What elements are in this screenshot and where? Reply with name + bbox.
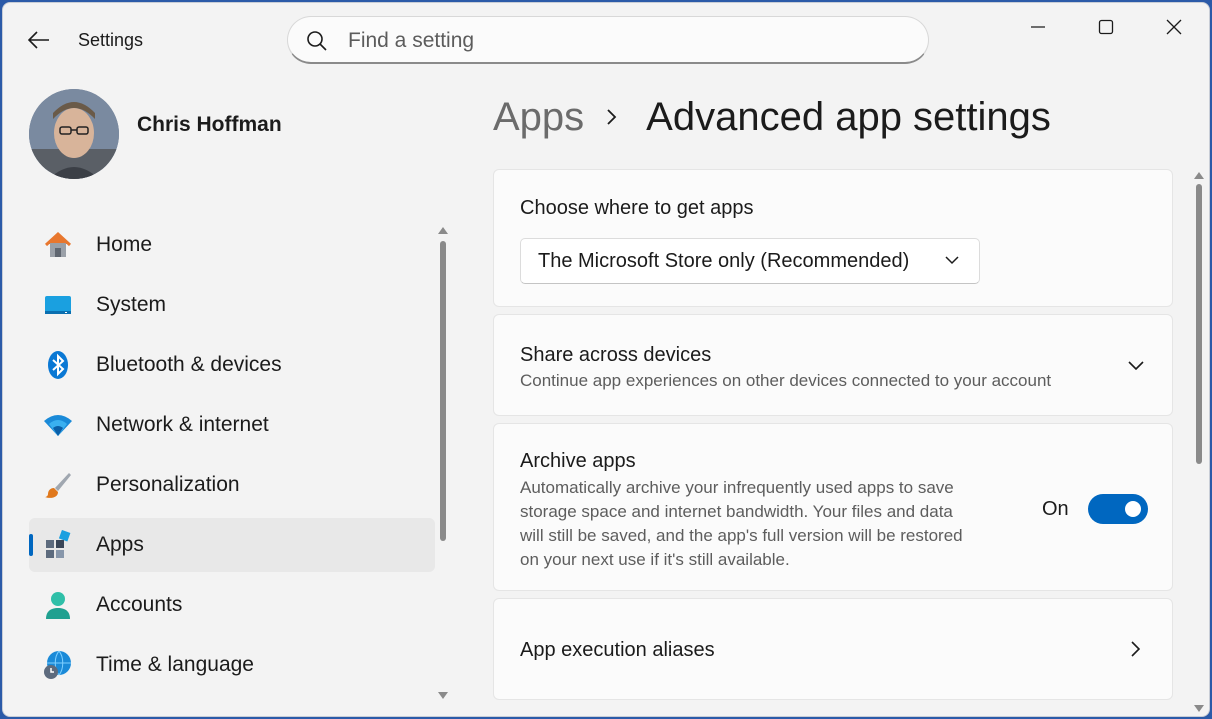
toggle-knob (1125, 501, 1141, 517)
selected-indicator (29, 534, 33, 556)
sidebar-item-label: System (96, 293, 167, 316)
card-heading: Archive apps (520, 450, 636, 472)
scroll-down-icon[interactable] (438, 692, 448, 699)
toggle-state-label: On (1042, 498, 1069, 520)
sidebar-item-network[interactable]: Network & internet (29, 398, 435, 452)
sidebar-item-accounts[interactable]: Accounts (29, 578, 435, 632)
sidebar-item-label: Home (96, 233, 153, 256)
sidebar-item-home[interactable]: Home (29, 218, 435, 272)
description-line: Automatically archive your infrequently … (520, 478, 954, 497)
sidebar-item-time-language[interactable]: Time & language (29, 638, 435, 692)
chevron-down-icon (945, 256, 959, 265)
description-line: storage space and internet bandwidth. Yo… (520, 502, 953, 521)
scrollbar-thumb[interactable] (440, 241, 446, 541)
sidebar-item-label: Accounts (96, 593, 183, 616)
description-line: will still be saved, and the app's full … (520, 526, 963, 545)
app-source-dropdown[interactable]: The Microsoft Store only (Recommended) (520, 238, 980, 284)
card-description: Continue app experiences on other device… (520, 371, 1052, 390)
breadcrumb-parent-apps[interactable]: Apps (493, 95, 584, 140)
sidebar-item-personalization[interactable]: Personalization (29, 458, 435, 512)
scroll-up-icon[interactable] (438, 227, 448, 234)
card-heading: App execution aliases (520, 639, 715, 661)
minimize-icon (1031, 26, 1045, 28)
sidebar-item-label: Personalization (96, 473, 240, 496)
share-across-devices-card[interactable]: Share across devices Continue app experi… (493, 314, 1173, 416)
scroll-up-icon[interactable] (1194, 172, 1204, 179)
card-heading: Share across devices (520, 344, 712, 366)
card-description: Automatically archive your infrequently … (520, 476, 1020, 572)
settings-window: Settings Chris Hoffman (2, 2, 1210, 717)
brush-icon (43, 470, 73, 500)
sidebar-item-label: Apps (96, 533, 144, 556)
content-scrollbar[interactable] (1193, 168, 1205, 716)
avatar[interactable] (29, 89, 119, 179)
apps-icon (43, 530, 73, 560)
sidebar-item-apps[interactable]: Apps (29, 518, 435, 572)
search-icon (307, 31, 327, 51)
sidebar-item-label: Network & internet (96, 413, 269, 436)
close-icon (1166, 19, 1182, 35)
globe-clock-icon (43, 650, 73, 680)
back-button[interactable] (21, 25, 57, 55)
sidebar-item-system[interactable]: System (29, 278, 435, 332)
profile-name: Chris Hoffman (137, 113, 282, 136)
chevron-right-icon (1131, 641, 1140, 657)
page-title: Advanced app settings (646, 94, 1051, 139)
home-icon (43, 230, 73, 260)
description-line: on your next use if it's still available… (520, 550, 790, 569)
archive-apps-card: Archive apps Automatically archive your … (493, 423, 1173, 591)
sidebar-item-bluetooth[interactable]: Bluetooth & devices (29, 338, 435, 392)
archive-apps-toggle[interactable] (1088, 494, 1148, 524)
dropdown-selected-value: The Microsoft Store only (Recommended) (538, 249, 910, 272)
wifi-icon (43, 410, 73, 440)
bluetooth-icon (43, 350, 73, 380)
sidebar-nav: Home System Bluetooth & devices Network … (29, 218, 435, 698)
window-title: Settings (78, 30, 144, 50)
scrollbar-thumb[interactable] (1196, 184, 1202, 464)
sidebar-item-label: Time & language (96, 653, 254, 676)
back-arrow-icon (28, 31, 49, 49)
card-heading: Choose where to get apps (520, 197, 754, 219)
breadcrumb: Apps Advanced app settings (493, 91, 1051, 143)
maximize-button[interactable] (1083, 11, 1129, 43)
maximize-icon (1098, 19, 1114, 35)
system-icon (43, 290, 73, 320)
search-input[interactable] (348, 27, 908, 55)
minimize-button[interactable] (1015, 11, 1061, 43)
scroll-down-icon[interactable] (1194, 705, 1204, 712)
accounts-icon (43, 590, 73, 620)
chevron-down-icon[interactable] (1128, 360, 1144, 370)
search-box[interactable] (287, 16, 929, 64)
where-to-get-apps-card: Choose where to get apps The Microsoft S… (493, 169, 1173, 307)
profile-photo (29, 89, 119, 179)
sidebar-scrollbar[interactable] (437, 223, 449, 703)
chevron-right-icon (606, 108, 618, 126)
app-execution-aliases-card[interactable]: App execution aliases (493, 598, 1173, 700)
sidebar-item-label: Bluetooth & devices (96, 353, 282, 376)
close-button[interactable] (1151, 11, 1197, 43)
